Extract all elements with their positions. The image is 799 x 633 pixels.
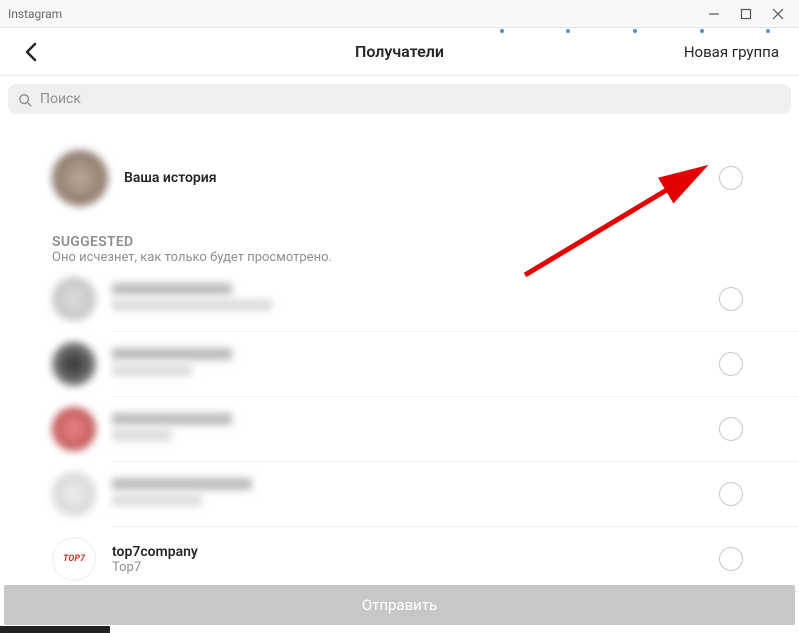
select-radio[interactable] <box>719 417 743 441</box>
recipient-name <box>112 478 252 490</box>
recipient-name <box>112 348 232 360</box>
app-title: Instagram <box>8 7 707 21</box>
recipient-sub <box>112 364 192 376</box>
avatar <box>52 407 96 451</box>
window-controls <box>707 7 791 21</box>
avatar <box>52 342 96 386</box>
search-input[interactable] <box>40 91 781 107</box>
your-story-row[interactable]: Ваша история <box>0 132 799 224</box>
suggested-title: SUGGESTED <box>52 234 747 250</box>
select-radio[interactable] <box>719 547 743 571</box>
recipient-row[interactable] <box>0 267 799 331</box>
recipient-row[interactable] <box>0 462 799 526</box>
recipient-sub <box>112 494 202 506</box>
minimize-button[interactable] <box>707 7 721 21</box>
search-container <box>0 76 799 122</box>
recipient-row[interactable] <box>0 397 799 461</box>
recipient-sub <box>112 299 272 311</box>
close-button[interactable] <box>771 7 785 21</box>
avatar <box>52 150 108 206</box>
recipient-sub <box>112 429 172 441</box>
new-group-button[interactable]: Новая группа <box>684 43 779 61</box>
recipient-sub: Top7 <box>112 560 198 575</box>
back-button[interactable] <box>20 40 44 64</box>
suggested-subtext: Оно исчезнет, как только будет просмотре… <box>52 250 747 265</box>
maximize-button[interactable] <box>739 7 753 21</box>
select-radio[interactable] <box>719 166 743 190</box>
progress-indicator <box>0 626 110 633</box>
avatar <box>52 277 96 321</box>
avatar: TOP7 <box>52 537 96 581</box>
suggested-heading: SUGGESTED Оно исчезнет, как только будет… <box>0 224 799 267</box>
page-header: Получатели Новая группа <box>0 28 799 76</box>
select-radio[interactable] <box>719 352 743 376</box>
send-button[interactable]: Отправить <box>4 585 795 625</box>
recipient-name: top7company <box>112 544 198 560</box>
recipient-name <box>112 413 232 425</box>
recipient-row[interactable]: TOP7 top7company Top7 <box>0 527 799 591</box>
send-button-label: Отправить <box>362 596 437 614</box>
select-radio[interactable] <box>719 287 743 311</box>
your-story-label: Ваша история <box>124 170 217 186</box>
search-icon <box>18 92 32 106</box>
avatar <box>52 472 96 516</box>
recipients-list: Ваша история SUGGESTED Оно исчезнет, как… <box>0 122 799 602</box>
select-radio[interactable] <box>719 482 743 506</box>
recipient-row[interactable] <box>0 332 799 396</box>
recipient-name <box>112 283 232 295</box>
window-titlebar: Instagram <box>0 0 799 28</box>
page-title: Получатели <box>355 42 444 61</box>
search-bar[interactable] <box>8 84 791 114</box>
